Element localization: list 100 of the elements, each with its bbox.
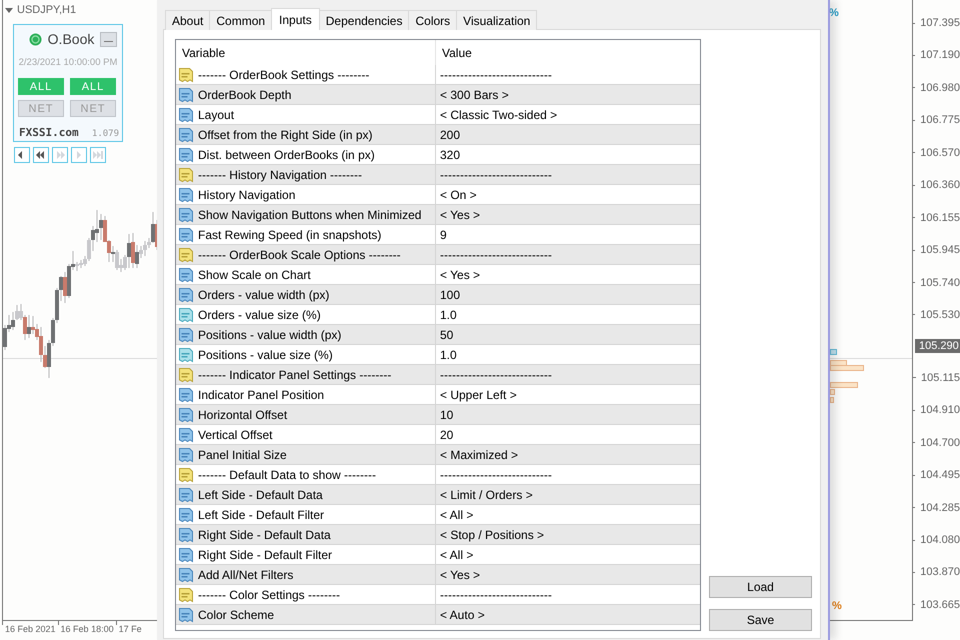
variable-name: Layout	[198, 108, 234, 122]
variable-value[interactable]: < All >	[440, 548, 474, 562]
price-label: 107.190	[920, 49, 960, 62]
variable-name: Color Scheme	[198, 608, 274, 622]
dropdown-triangle-icon[interactable]	[5, 8, 13, 12]
tab[interactable]: Inputs	[271, 8, 320, 30]
snapshot-datetime: 2/23/2021 10:00:00 PM	[18, 57, 118, 70]
variable-name: Panel Initial Size	[198, 448, 287, 462]
variable-name: ------- Indicator Panel Settings --------	[198, 368, 392, 382]
variable-value[interactable]: < Yes >	[440, 268, 480, 282]
orderbook-bars-drawing	[830, 349, 864, 403]
variable-name: Positions - value size (%)	[198, 348, 333, 362]
variable-value[interactable]: 9	[440, 228, 447, 242]
variable-name: Offset from the Right Side (in px)	[198, 128, 373, 142]
variable-value[interactable]: < Maximized >	[440, 448, 518, 462]
price-label: 105.740	[920, 276, 960, 288]
number-type-icon	[178, 546, 194, 562]
fast-forward-icon	[57, 151, 65, 159]
variable-value[interactable]: 200	[440, 128, 460, 142]
variable-value[interactable]: 320	[440, 148, 460, 162]
price-label: 103.870	[920, 566, 960, 578]
step-back-icon	[18, 151, 22, 159]
text-type-icon	[178, 66, 194, 82]
variable-value[interactable]: < Classic Two-sided >	[440, 108, 558, 122]
tab[interactable]: Visualization	[456, 10, 538, 30]
number-type-icon	[178, 526, 194, 542]
variable-value[interactable]: 100	[440, 288, 460, 302]
variable-value[interactable]: ----------------------------	[440, 368, 552, 382]
number-type-icon	[178, 386, 194, 402]
dialog-button[interactable]: Load	[709, 576, 812, 598]
variable-value[interactable]: < Limit / Orders >	[440, 488, 533, 502]
variable-value[interactable]: ----------------------------	[440, 468, 552, 482]
variable-value[interactable]: < On >	[440, 188, 477, 202]
variable-value[interactable]: < 300 Bars >	[440, 88, 509, 102]
variable-value[interactable]: 10	[440, 408, 454, 422]
variable-value[interactable]: ----------------------------	[440, 68, 552, 82]
number-type-icon	[178, 186, 194, 202]
price-label: 106.775	[920, 114, 960, 126]
variable-name: Left Side - Default Filter	[198, 508, 324, 522]
step-back-button[interactable]	[14, 147, 30, 163]
number-type-icon	[178, 146, 194, 162]
variable-name: Right Side - Default Filter	[198, 548, 332, 562]
number-type-icon	[178, 486, 194, 502]
minimize-button[interactable]	[100, 32, 117, 46]
site-label: FXSSI.com	[19, 126, 79, 139]
step-forward-icon	[77, 151, 81, 159]
variable-value[interactable]: < Auto >	[440, 608, 485, 622]
number-type-icon	[178, 286, 194, 302]
variable-value[interactable]: ----------------------------	[440, 588, 552, 602]
variable-value[interactable]: ----------------------------	[440, 168, 552, 182]
number-type-icon	[178, 426, 194, 442]
variable-value[interactable]: < Yes >	[440, 568, 480, 582]
variable-name: ------- OrderBook Settings --------	[198, 68, 370, 82]
variable-value[interactable]: < Upper Left >	[440, 388, 517, 402]
variable-name: ------- Default Data to show --------	[198, 468, 376, 482]
price-label: 106.980	[920, 82, 960, 94]
number-type-icon	[178, 86, 194, 102]
price-label: 106.570	[920, 146, 960, 159]
tab[interactable]: About	[165, 10, 210, 30]
variable-name: Horizontal Offset	[198, 408, 288, 422]
version-label: 1.079	[92, 129, 119, 139]
variable-value[interactable]: ----------------------------	[440, 248, 552, 262]
variable-name: Orders - value size (%)	[198, 308, 321, 322]
current-price-tag: 105.290	[915, 339, 960, 354]
dialog-button[interactable]: Save	[709, 609, 812, 631]
rewind-icon	[36, 151, 44, 159]
variable-name: Show Scale on Chart	[198, 268, 311, 282]
variable-value[interactable]: 1.0	[440, 308, 457, 322]
variable-value[interactable]: < Stop / Positions >	[440, 528, 544, 542]
column-header[interactable]: Value	[436, 40, 700, 65]
variable-name: Right Side - Default Data	[198, 528, 331, 542]
variable-name: Add All/Net Filters	[198, 568, 294, 582]
variable-value[interactable]: 20	[440, 428, 454, 442]
price-label: 104.285	[920, 502, 960, 514]
variable-name: Fast Rewing Speed (in snapshots)	[198, 228, 382, 242]
price-label: 106.155	[920, 212, 960, 224]
skip-to-end-icon	[93, 151, 103, 159]
number-type-icon	[178, 226, 194, 242]
number-type-icon	[178, 446, 194, 462]
tab[interactable]: Dependencies	[318, 10, 410, 30]
variable-name: History Navigation	[198, 188, 296, 202]
column-header[interactable]: Variable	[176, 40, 436, 65]
number-type-icon	[178, 206, 194, 222]
price-label: 104.910	[920, 404, 960, 416]
variable-name: ------- OrderBook Scale Options --------	[198, 248, 401, 262]
text-type-icon	[178, 246, 194, 262]
variable-name: ------- Color Settings --------	[198, 588, 340, 602]
price-label: 107.395	[920, 17, 960, 29]
panel-title: O.Book	[48, 31, 94, 47]
tab[interactable]: Common	[209, 10, 272, 30]
time-label: 17 Fe	[118, 624, 142, 634]
variable-value[interactable]: < All >	[440, 508, 474, 522]
variable-name: Dist. between OrderBooks (in px)	[198, 148, 375, 162]
variable-value[interactable]: < Yes >	[440, 208, 480, 222]
tab[interactable]: Colors	[408, 10, 458, 30]
decimal-type-icon	[178, 306, 194, 322]
variable-value[interactable]: 1.0	[440, 348, 457, 362]
rewind-button[interactable]	[33, 147, 49, 163]
number-type-icon	[178, 266, 194, 282]
variable-value[interactable]: 50	[440, 328, 454, 342]
